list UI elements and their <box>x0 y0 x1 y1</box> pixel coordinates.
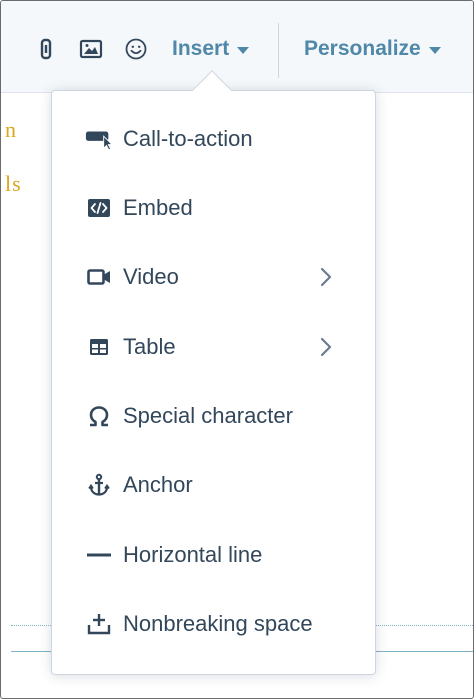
menu-item-horizontal-line[interactable]: Horizontal line <box>52 528 375 582</box>
editor-window: Insert Personalize n ls Call-to-action E… <box>0 0 474 699</box>
editor-text-fragment: ls <box>5 171 22 196</box>
nonbreaking-space-icon <box>85 610 113 638</box>
embed-icon <box>85 194 113 222</box>
menu-item-nonbreaking-space[interactable]: Nonbreaking space <box>52 597 375 651</box>
menu-item-anchor[interactable]: Anchor <box>52 458 375 512</box>
image-icon[interactable] <box>79 37 103 61</box>
menu-item-special-character[interactable]: Special character <box>52 389 375 443</box>
menu-item-label: Special character <box>123 403 293 428</box>
chevron-right-icon <box>319 337 333 357</box>
video-icon <box>85 263 113 291</box>
cta-icon <box>85 125 113 153</box>
menu-item-table[interactable]: Table <box>52 320 375 374</box>
menu-item-label: Anchor <box>123 472 193 497</box>
menu-item-label: Horizontal line <box>123 542 263 567</box>
insert-menu-label: Insert <box>172 37 230 60</box>
omega-icon <box>85 402 113 430</box>
menu-item-video[interactable]: Video <box>52 250 375 304</box>
insert-dropdown-menu: Call-to-action Embed Video Table Special… <box>51 90 376 675</box>
personalize-menu-label: Personalize <box>304 37 421 60</box>
menu-item-label: Embed <box>123 195 193 220</box>
emoji-icon[interactable] <box>124 37 148 61</box>
menu-item-embed[interactable]: Embed <box>52 181 375 235</box>
insert-menu-button[interactable]: Insert <box>172 34 250 64</box>
editor-text-fragment: n <box>5 117 17 142</box>
menu-item-label: Table <box>123 334 176 359</box>
menu-item-label: Call-to-action <box>123 126 253 151</box>
personalize-menu-button[interactable]: Personalize <box>304 34 441 64</box>
link-icon[interactable] <box>34 37 58 61</box>
toolbar-divider <box>278 23 279 78</box>
caret-down-icon <box>428 46 441 54</box>
caret-down-icon <box>237 46 250 54</box>
menu-item-call-to-action[interactable]: Call-to-action <box>52 112 375 166</box>
menu-item-label: Video <box>123 264 179 289</box>
chevron-right-icon <box>319 267 333 287</box>
menu-item-label: Nonbreaking space <box>123 611 313 636</box>
anchor-icon <box>85 471 113 499</box>
table-icon <box>85 333 113 361</box>
horizontal-line-icon <box>85 541 113 569</box>
editor-toolbar: Insert Personalize <box>1 1 473 93</box>
